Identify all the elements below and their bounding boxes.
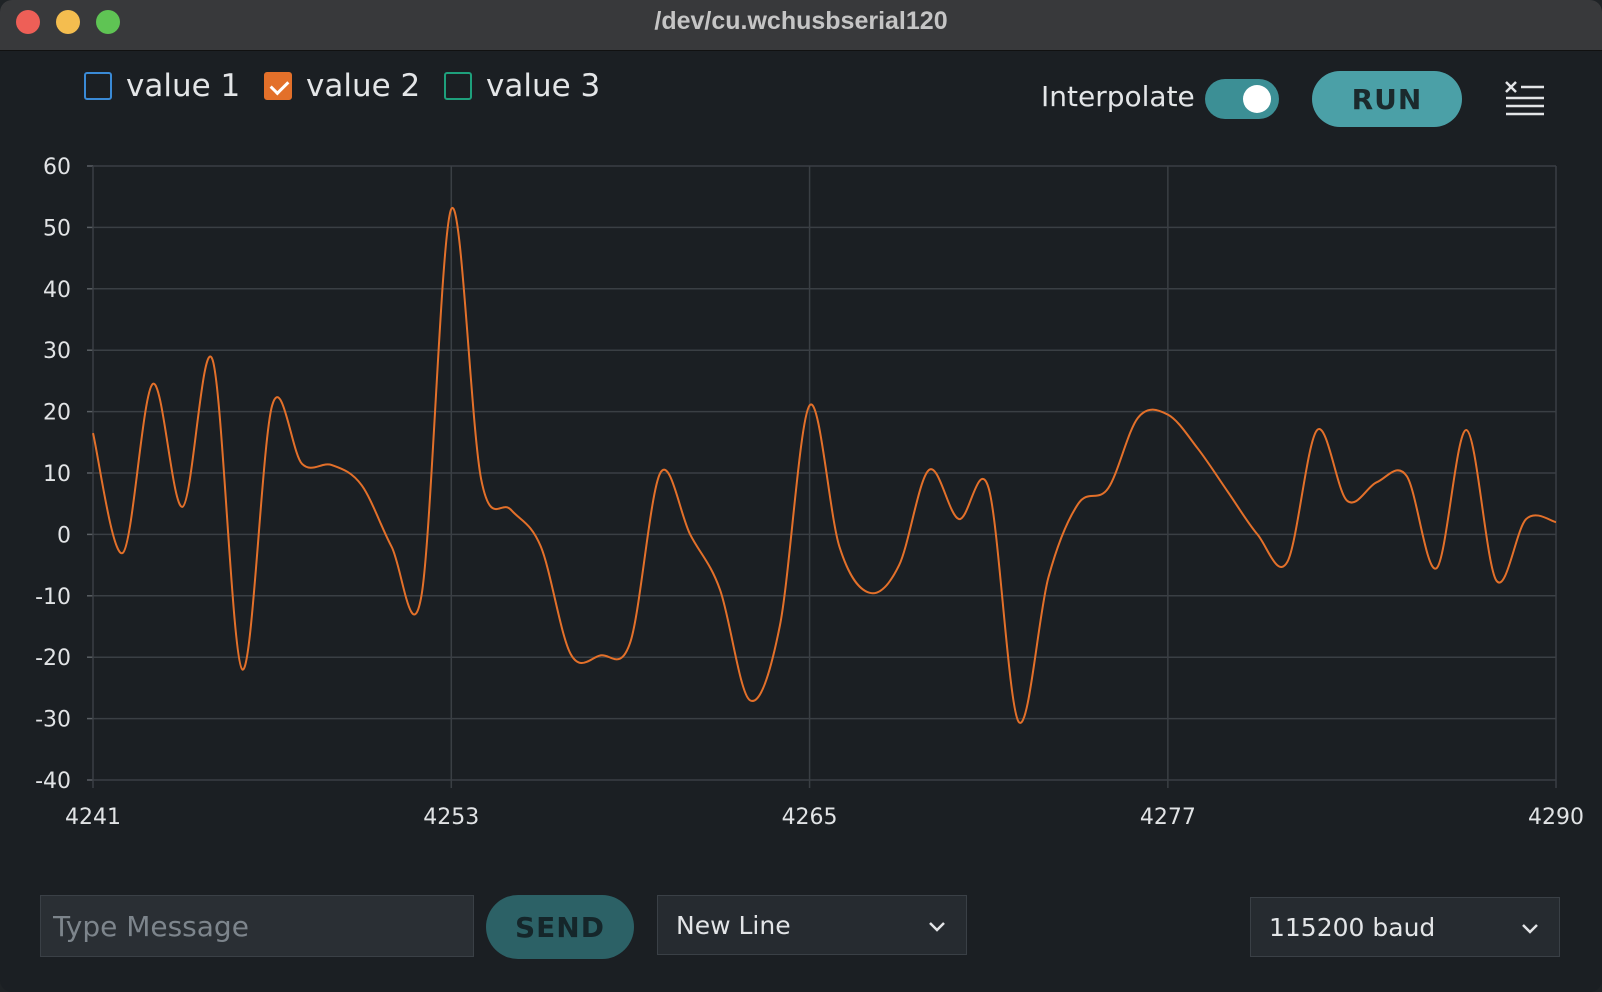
legend-label-value-1: value 1	[126, 68, 241, 104]
y-axis-ticks: 60 50 40 30 20 10 0 -10 -20 -30 -40	[35, 155, 71, 794]
chevron-down-icon	[929, 922, 945, 932]
x-tick-label: 4277	[1140, 805, 1196, 830]
x-tick-label: 4290	[1528, 805, 1584, 830]
plot-grid	[87, 165, 1557, 788]
y-tick-label: -10	[35, 585, 71, 610]
x-tick-label: 4265	[782, 805, 838, 830]
checkmark-icon	[269, 75, 290, 96]
send-button[interactable]: SEND	[486, 895, 634, 959]
line-ending-value: New Line	[676, 910, 791, 940]
y-tick-label: -20	[35, 646, 71, 671]
plot-series	[92, 207, 1557, 724]
interpolate-label: Interpolate	[1041, 80, 1195, 113]
y-tick-label: 30	[43, 339, 71, 364]
y-tick-label: 50	[43, 216, 71, 241]
legend-label-value-2: value 2	[306, 68, 421, 104]
y-tick-label: 10	[43, 462, 71, 487]
y-tick-label: -40	[35, 769, 71, 794]
checkbox-value-3[interactable]	[444, 72, 472, 100]
legend-item-value-3[interactable]: value 3	[444, 66, 600, 106]
window-title: /dev/cu.wchusbserial120	[654, 7, 948, 35]
x-tick-label: 4253	[423, 805, 479, 830]
y-tick-label: 0	[57, 523, 71, 548]
toggle-knob	[1243, 85, 1271, 113]
serial-plotter-window: /dev/cu.wchusbserial120 value 1 value 2 …	[0, 0, 1602, 992]
series-line-value-2	[92, 207, 1557, 724]
x-axis-ticks: 4241 4253 4265 4277 4290	[65, 805, 1584, 830]
checkbox-value-2[interactable]	[264, 72, 292, 100]
interpolate-toggle[interactable]	[1205, 79, 1279, 119]
y-tick-label: 20	[43, 401, 71, 426]
legend-item-value-1[interactable]: value 1	[84, 66, 240, 106]
baud-rate-select[interactable]: 115200 baud	[1250, 897, 1560, 957]
x-tick-label: 4241	[65, 805, 121, 830]
legend-item-value-2[interactable]: value 2	[264, 66, 420, 106]
legend-label-value-3: value 3	[486, 68, 601, 104]
y-tick-label: -30	[35, 708, 71, 733]
title-bar: /dev/cu.wchusbserial120	[0, 0, 1602, 51]
line-ending-select[interactable]: New Line	[657, 895, 967, 955]
clear-list-icon[interactable]	[1504, 78, 1548, 118]
run-button[interactable]: RUN	[1312, 71, 1462, 127]
message-input[interactable]	[40, 895, 474, 957]
serial-plot: 6050403020100-10-20-30-40 4241 4253 4265 42…	[35, 155, 1584, 830]
chevron-down-icon	[1522, 924, 1538, 934]
y-tick-label: 40	[43, 278, 71, 303]
baud-rate-value: 115200 baud	[1269, 912, 1436, 942]
y-tick-label: 60	[43, 155, 71, 180]
checkbox-value-1[interactable]	[84, 72, 112, 100]
